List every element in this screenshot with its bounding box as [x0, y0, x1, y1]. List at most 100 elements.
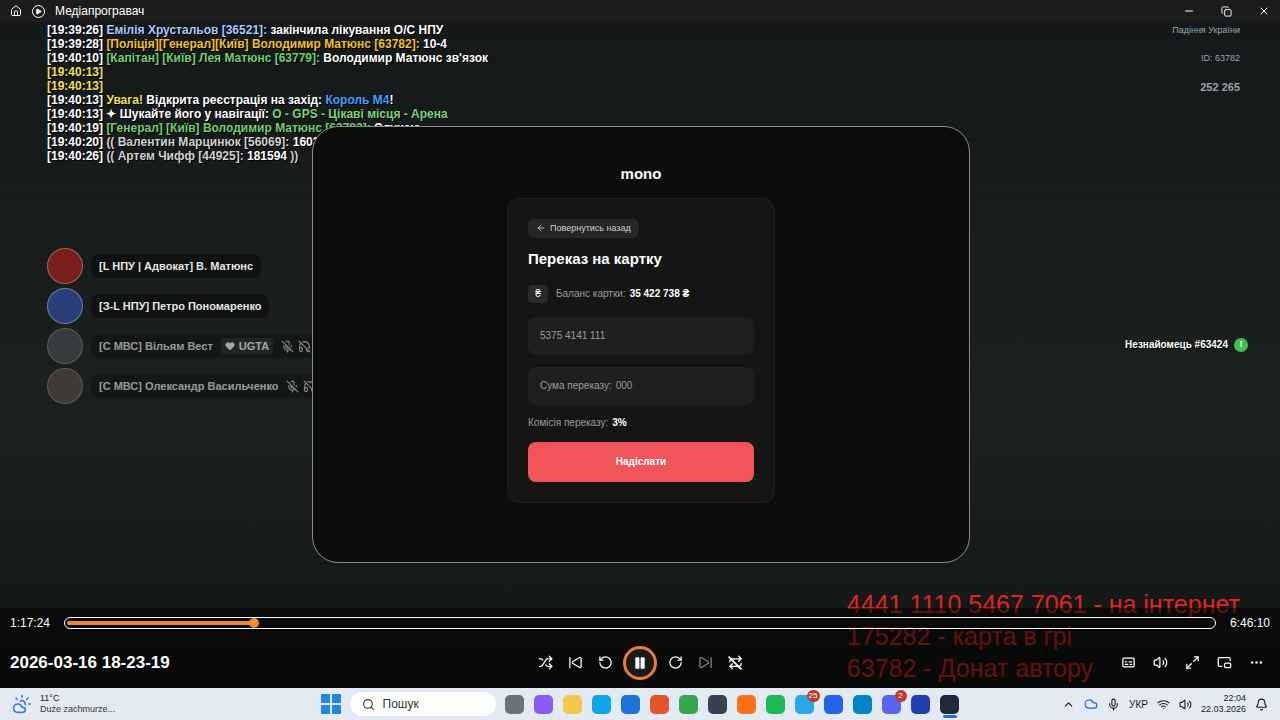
- play-pause-button[interactable]: [623, 646, 657, 680]
- bank-modal: monoПовернутись назадПереказ на картку₴Б…: [312, 126, 970, 563]
- volume-button[interactable]: [1146, 649, 1174, 677]
- taskbar-app[interactable]: 2: [882, 690, 902, 718]
- progress-track[interactable]: [64, 617, 1216, 629]
- player-controls: 1:17:246:46:10 2026-03-16 18-23-19: [0, 608, 1280, 688]
- weather-text: 11°CDuże zachmurze...: [40, 693, 115, 715]
- taskbar-app[interactable]: [737, 690, 757, 718]
- search-box[interactable]: Пошук: [350, 692, 496, 716]
- voice-name: [С МВС] Олександр Васильченко: [99, 378, 278, 395]
- weather-widget[interactable]: 11°CDuże zachmurze...: [12, 693, 321, 715]
- card-input[interactable]: 5375 4141 111: [528, 317, 754, 355]
- nametag-label: Незнайомець #63424: [1125, 337, 1228, 352]
- taskbar-app[interactable]: [563, 690, 583, 718]
- clock[interactable]: 22:0422.03.2026: [1201, 693, 1246, 715]
- captions-button[interactable]: [1114, 649, 1142, 677]
- chat-segment: [19:40:19]: [47, 121, 106, 135]
- mic-off-icon: [281, 340, 294, 353]
- taskbar-app[interactable]: [940, 690, 960, 718]
- taskbar-app-icon: [534, 695, 553, 714]
- amount-value: 000: [616, 378, 633, 393]
- voice-list: [L НПУ | Адвокат] В. Матюнс[З-L НПУ] Пет…: [47, 248, 324, 404]
- taskbar-app[interactable]: [534, 690, 554, 718]
- chat-segment: ✦ Шукайте його у навігації:: [106, 107, 272, 121]
- chat-line: [19:40:13] ✦ Шукайте його у навігації: О…: [47, 107, 488, 121]
- taskbar-app[interactable]: [853, 690, 873, 718]
- back-button[interactable]: Повернутись назад: [528, 219, 639, 239]
- minimize-icon[interactable]: [1183, 5, 1195, 17]
- taskbar-app-icon: [592, 695, 611, 714]
- more-button[interactable]: [1242, 649, 1270, 677]
- taskbar-app[interactable]: [621, 690, 641, 718]
- shuffle-icon: [538, 655, 553, 670]
- chat-segment: (( Артем Чифф [44925]:: [106, 149, 247, 163]
- app-icon: [32, 5, 45, 18]
- chat-segment: (( Валентин Марцинюк [56069]:: [106, 135, 292, 149]
- chat-segment: Емілія Хрустальов [36521]:: [106, 23, 267, 37]
- language-indicator[interactable]: УКР: [1129, 697, 1148, 712]
- wifi-icon[interactable]: [1157, 698, 1170, 711]
- media-title: 2026-03-16 18-23-19: [10, 650, 531, 676]
- voice-item: [С МВС] Вільям ВестUGTA: [47, 328, 324, 364]
- taskbar: 11°CDuże zachmurze... Пошук 25 2 УКР 22:0422.…: [0, 688, 1280, 720]
- taskbar-app[interactable]: [679, 690, 699, 718]
- chat-segment: [19:40:13]: [47, 79, 103, 93]
- previous-button[interactable]: [561, 649, 589, 677]
- taskbar-app[interactable]: 25: [795, 690, 815, 718]
- taskbar-app[interactable]: [824, 690, 844, 718]
- taskbar-app[interactable]: [505, 690, 525, 718]
- amount-input[interactable]: Сума переказу:000: [528, 367, 754, 405]
- search-icon: [362, 698, 375, 711]
- mic-icon[interactable]: [1107, 698, 1120, 711]
- taskbar-app[interactable]: [650, 690, 670, 718]
- fee-value: 3%: [612, 415, 626, 430]
- restore-icon[interactable]: [1221, 6, 1232, 17]
- title-bar: Медіапрогравач: [0, 0, 1280, 22]
- next-button[interactable]: [691, 649, 719, 677]
- shuffle-button[interactable]: [531, 649, 559, 677]
- total-time: 6:46:10: [1228, 614, 1270, 632]
- chat-segment: [19:40:20]: [47, 135, 106, 149]
- chat-segment: [19:40:13]: [47, 93, 106, 107]
- volume-icon: [1153, 655, 1168, 670]
- rewind-icon: [598, 655, 613, 670]
- rewind-button[interactable]: [591, 649, 619, 677]
- mic-off-icon: [286, 380, 299, 393]
- taskbar-app[interactable]: [911, 690, 931, 718]
- app-badge: 2: [895, 690, 907, 702]
- fullscreen-button[interactable]: [1178, 649, 1206, 677]
- progress-row: 1:17:246:46:10: [10, 609, 1270, 637]
- fullscreen-icon: [1185, 655, 1200, 670]
- chat-line: [19:39:28] [Поліція][Генерал][Київ] Воло…: [47, 37, 488, 51]
- taskbar-app[interactable]: [592, 690, 612, 718]
- app-badge: 25: [807, 690, 820, 702]
- taskbar-app-icon: [824, 695, 843, 714]
- fee-row: Комісія переказу:3%: [528, 415, 754, 430]
- forward-button[interactable]: [661, 649, 689, 677]
- start-button[interactable]: [321, 694, 341, 714]
- taskbar-app[interactable]: [708, 690, 728, 718]
- chat-line: [19:40:10] [Капітан] [Київ] Лея Матюнс […: [47, 51, 488, 65]
- speaker-icon[interactable]: [1179, 698, 1192, 711]
- repeat-button[interactable]: [721, 649, 749, 677]
- onedrive-icon[interactable]: [1084, 697, 1098, 711]
- send-button[interactable]: Надіслати: [528, 442, 754, 482]
- chevron-up-icon[interactable]: [1062, 698, 1075, 711]
- bell-icon[interactable]: [1255, 698, 1268, 711]
- weather-icon: [12, 694, 32, 714]
- progress-thumb[interactable]: [249, 618, 259, 628]
- home-icon[interactable]: [10, 5, 22, 17]
- miniplayer-button[interactable]: [1210, 649, 1238, 677]
- avatar-icon: [47, 288, 83, 324]
- captions-icon: [1121, 655, 1136, 670]
- close-icon[interactable]: [1258, 5, 1270, 17]
- clock-time: 22:04: [1223, 693, 1246, 704]
- next-icon: [698, 655, 713, 670]
- play-logo-icon: [35, 8, 42, 15]
- app-active-bar: [943, 715, 957, 718]
- heart-icon: [225, 341, 235, 351]
- taskbar-app-icon: [563, 695, 582, 714]
- bank-logo: mono: [621, 163, 662, 186]
- chat-segment: О - GPS - Цікаві місця - Арена: [272, 107, 447, 121]
- taskbar-app[interactable]: [766, 690, 786, 718]
- taskbar-app-icon: [708, 695, 727, 714]
